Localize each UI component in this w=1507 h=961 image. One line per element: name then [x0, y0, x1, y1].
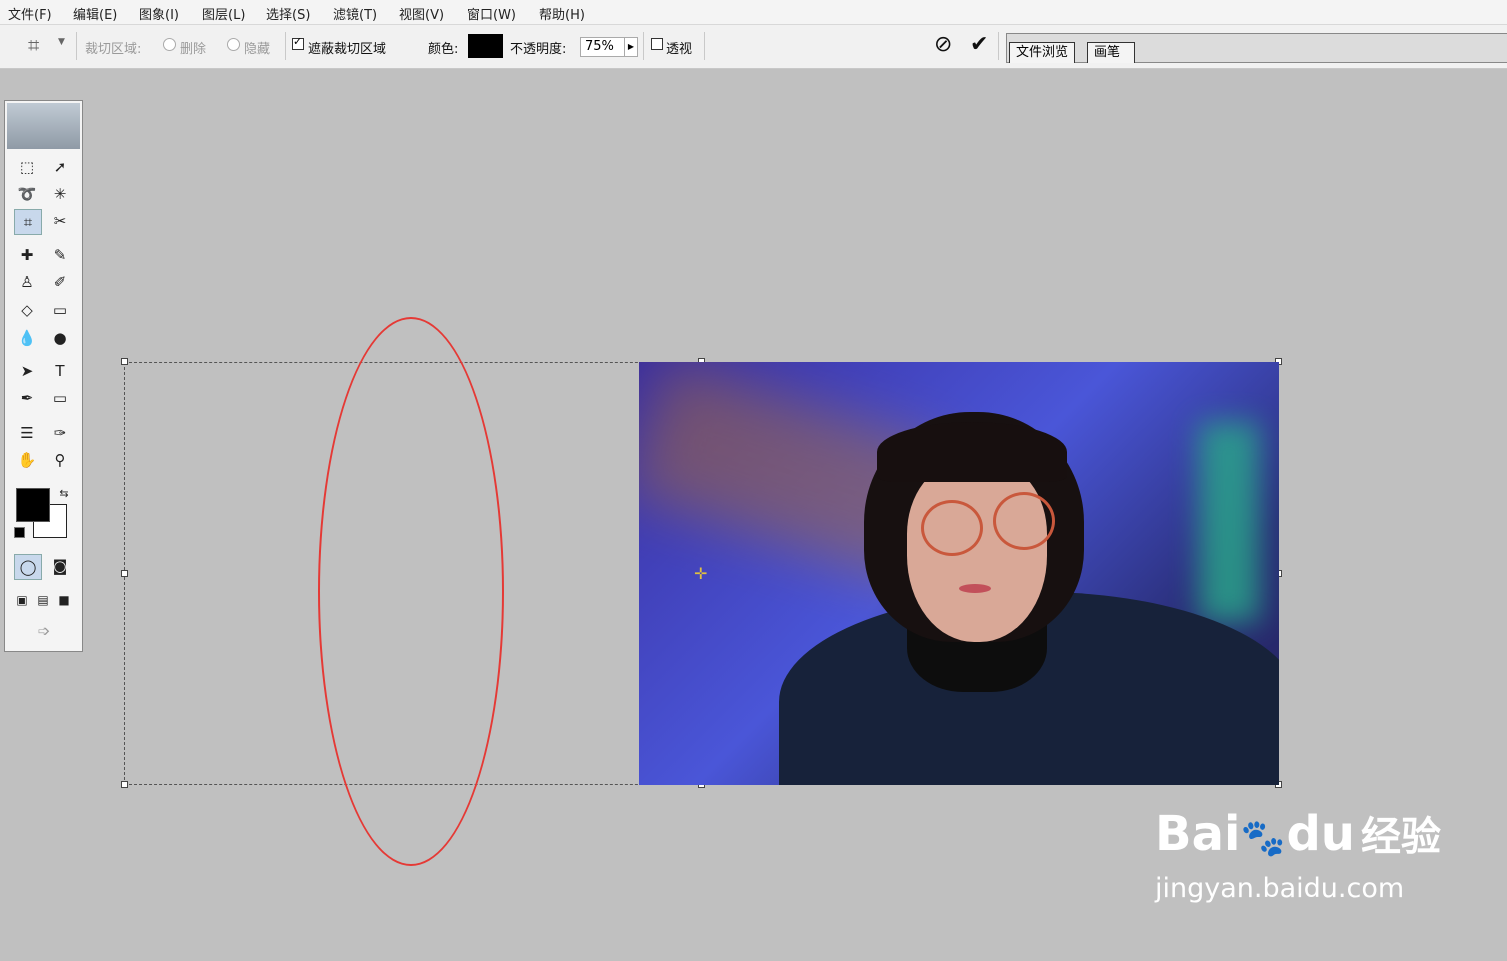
menu-filter[interactable]: 滤镜(T) — [333, 4, 377, 23]
opacity-input[interactable]: 75% ▶ — [580, 37, 638, 57]
divider — [643, 32, 644, 60]
shape-tool-icon[interactable]: ▭ — [47, 386, 73, 410]
crop-handle[interactable] — [121, 781, 128, 788]
divider — [76, 32, 77, 60]
history-brush-icon[interactable]: ✐ — [47, 270, 73, 294]
photo-image — [639, 362, 1279, 785]
type-tool-icon[interactable]: T — [47, 359, 73, 383]
menu-image[interactable]: 图象(I) — [139, 4, 179, 23]
divider — [998, 32, 999, 60]
divider — [704, 32, 705, 60]
shield-checkbox[interactable]: ✓ — [292, 35, 304, 50]
watermark-brand2: du — [1286, 806, 1355, 862]
crop-area-label: 裁切区域: — [85, 42, 142, 57]
menu-window[interactable]: 窗口(W) — [467, 4, 516, 23]
tab-file-browser[interactable]: 文件浏览 — [1009, 42, 1076, 63]
commit-check-icon[interactable]: ✔ — [970, 32, 988, 57]
crop-handle[interactable] — [121, 570, 128, 577]
quick-mask-icon[interactable]: ◙ — [47, 554, 73, 578]
cancel-icon[interactable]: ⊘ — [934, 32, 952, 57]
dodge-tool-icon[interactable]: ● — [47, 326, 73, 350]
magic-wand-icon[interactable]: ✳ — [47, 182, 73, 206]
paw-logo-icon: 🐾 — [1240, 818, 1286, 859]
move-tool-icon[interactable]: ➚ — [47, 155, 73, 179]
menu-edit[interactable]: 编辑(E) — [73, 4, 117, 23]
preset-dropdown-icon[interactable]: ▼ — [58, 37, 65, 47]
lasso-tool-icon[interactable]: ➰ — [14, 182, 40, 206]
path-select-icon[interactable]: ➤ — [14, 359, 40, 383]
delete-label: 删除 — [180, 42, 207, 57]
perspective-checkbox[interactable] — [651, 38, 663, 50]
jump-to-imageready-icon[interactable]: ➩ — [14, 619, 74, 643]
pen-tool-icon[interactable]: ✒ — [14, 386, 40, 410]
standard-mode-icon[interactable]: ◯ — [14, 554, 42, 580]
perspective-label: 透视 — [666, 42, 693, 57]
blur-tool-icon[interactable]: 💧 — [14, 326, 40, 350]
eraser-tool-icon[interactable]: ◇ — [14, 298, 40, 322]
hide-radio[interactable] — [227, 38, 240, 51]
shield-label: 遮蔽裁切区域 — [308, 42, 387, 57]
healing-brush-icon[interactable]: ✚ — [14, 243, 40, 267]
menu-select[interactable]: 选择(S) — [266, 4, 310, 23]
annotation-ellipse — [318, 317, 504, 866]
crop-center-marker-icon[interactable]: ✛ — [694, 564, 707, 583]
divider — [285, 32, 286, 60]
crop-handle[interactable] — [121, 358, 128, 365]
slice-tool-icon[interactable]: ✂ — [47, 209, 73, 233]
watermark-brand: Bai — [1155, 806, 1241, 862]
notes-tool-icon[interactable]: ☰ — [14, 421, 40, 445]
opacity-label: 不透明度: — [510, 42, 567, 57]
crop-tool-icon[interactable]: ⌗ — [14, 209, 42, 235]
hand-tool-icon[interactable]: ✋ — [14, 448, 40, 472]
foreground-color-swatch[interactable] — [16, 488, 50, 522]
menu-bar: 文件(F) 编辑(E) 图象(I) 图层(L) 选择(S) 滤镜(T) 视图(V… — [0, 0, 1507, 25]
opacity-arrow-icon[interactable]: ▶ — [624, 38, 637, 56]
swap-colors-icon[interactable]: ⇆ — [51, 482, 77, 506]
color-label: 颜色: — [428, 42, 459, 57]
menu-view[interactable]: 视图(V) — [399, 4, 444, 23]
toolbox-header-logo — [7, 103, 80, 149]
screen-mode-full-icon[interactable]: ■ — [51, 588, 77, 612]
palette-well: 文件浏览 画笔 — [1006, 33, 1507, 63]
gradient-tool-icon[interactable]: ▭ — [47, 298, 73, 322]
menu-layer[interactable]: 图层(L) — [202, 4, 245, 23]
baidu-jingyan-watermark: Bai🐾du 经验 jingyan.baidu.com — [1155, 808, 1441, 904]
toolbox: ⬚ ➚ ➰ ✳ ⌗ ✂ ✚ ✎ ♙ ✐ ◇ ▭ 💧 ● ➤ T ✒ ▭ ☰ ✑ … — [4, 100, 83, 652]
watermark-url: jingyan.baidu.com — [1155, 873, 1405, 904]
shield-color-swatch[interactable] — [468, 34, 503, 58]
marquee-tool-icon[interactable]: ⬚ — [14, 155, 40, 179]
delete-radio[interactable] — [163, 38, 176, 51]
tab-brushes[interactable]: 画笔 — [1087, 42, 1136, 63]
watermark-product: 经验 — [1360, 814, 1441, 860]
brush-tool-icon[interactable]: ✎ — [47, 243, 73, 267]
eyedropper-icon[interactable]: ✑ — [47, 421, 73, 445]
opacity-value: 75% — [585, 39, 614, 54]
hide-label: 隐藏 — [244, 42, 271, 57]
default-colors-icon[interactable] — [14, 527, 25, 538]
clone-stamp-icon[interactable]: ♙ — [14, 270, 40, 294]
crop-tool-preset-icon[interactable]: ⌗ — [28, 33, 39, 57]
zoom-tool-icon[interactable]: ⚲ — [47, 448, 73, 472]
menu-file[interactable]: 文件(F) — [8, 4, 52, 23]
menu-help[interactable]: 帮助(H) — [539, 4, 585, 23]
